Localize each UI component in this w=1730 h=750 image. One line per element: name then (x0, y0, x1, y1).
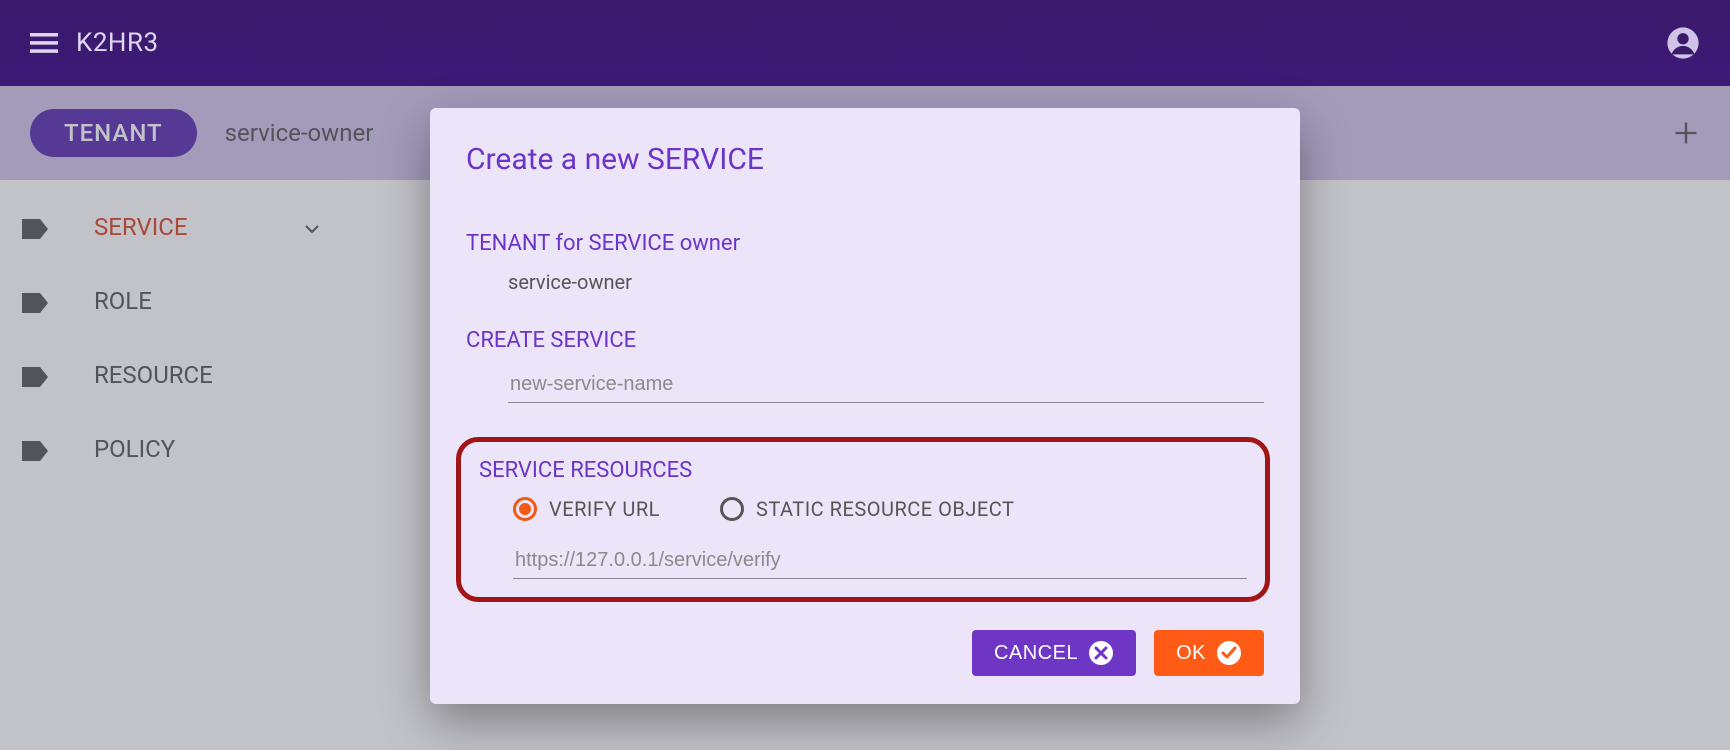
ok-button[interactable]: OK (1154, 630, 1264, 676)
create-service-label: CREATE SERVICE (466, 328, 1264, 353)
app-title: K2HR3 (76, 28, 159, 58)
account-icon[interactable] (1666, 26, 1700, 60)
radio-verify-url[interactable]: VERIFY URL (513, 497, 660, 521)
tenant-owner-label: TENANT for SERVICE owner (466, 231, 1264, 256)
button-label: CANCEL (994, 642, 1078, 665)
menu-icon[interactable] (30, 33, 58, 53)
check-circle-icon (1216, 640, 1242, 666)
create-service-dialog: Create a new SERVICE TENANT for SERVICE … (430, 108, 1300, 704)
button-label: OK (1176, 642, 1206, 665)
close-circle-icon (1088, 640, 1114, 666)
tenant-owner-value: service-owner (466, 270, 1264, 294)
service-name-input[interactable] (508, 367, 1264, 403)
radio-icon (513, 497, 537, 521)
dialog-title: Create a new SERVICE (466, 142, 1264, 177)
radio-icon (720, 497, 744, 521)
verify-url-input[interactable] (513, 543, 1247, 579)
service-resources-highlight: SERVICE RESOURCES VERIFY URL STATIC RESO… (456, 437, 1270, 602)
cancel-button[interactable]: CANCEL (972, 630, 1136, 676)
radio-label: VERIFY URL (549, 497, 660, 521)
radio-static-resource[interactable]: STATIC RESOURCE OBJECT (720, 497, 1014, 521)
radio-label: STATIC RESOURCE OBJECT (756, 497, 1014, 521)
resources-label: SERVICE RESOURCES (479, 458, 1247, 483)
app-header: K2HR3 (0, 0, 1730, 86)
